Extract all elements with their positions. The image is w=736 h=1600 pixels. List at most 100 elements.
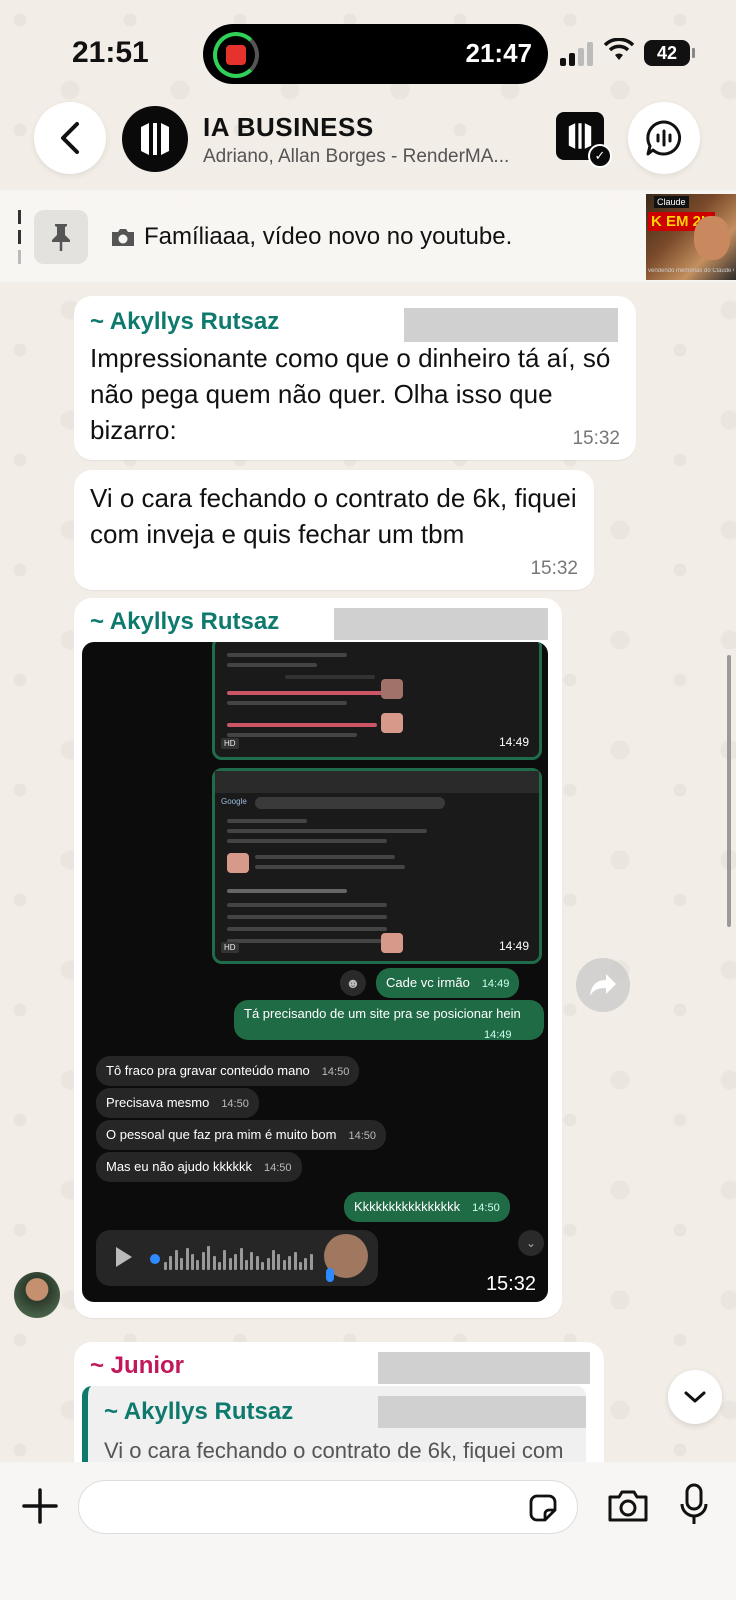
- chevron-down-icon: ✓: [588, 144, 612, 168]
- quoted-text: Vi o cara fechando o contrato de 6k, fiq…: [104, 1438, 564, 1463]
- screenshot-card-time: 14:49: [498, 735, 529, 749]
- screenshot-card-time: 14:49: [498, 939, 529, 953]
- screenshot-chat-message: Mas eu não ajudo kkkkkk 14:50: [96, 1152, 302, 1182]
- screenshot-voice-note: [96, 1230, 378, 1286]
- waveform-bar: [207, 1246, 211, 1270]
- microphone-icon: [680, 1483, 708, 1524]
- waveform-bar: [169, 1256, 173, 1270]
- attach-button[interactable]: [20, 1486, 60, 1526]
- waveform-bar: [239, 1248, 243, 1270]
- call-button[interactable]: [628, 102, 700, 174]
- voice-record-button[interactable]: [678, 1482, 710, 1528]
- pinned-video-thumbnail[interactable]: Claude K EM 2H vendendo memorias do Clau…: [646, 194, 736, 280]
- message-composer: [0, 1462, 736, 1600]
- island-timer: 21:47: [465, 38, 533, 68]
- message-text: Impressionante como que o dinheiro tá aí…: [90, 343, 611, 445]
- screenshot-card: HD 14:49: [212, 642, 542, 760]
- chevron-left-icon: [61, 122, 79, 154]
- screenshot-chat-message: O pessoal que faz pra mim é muito bom 14:…: [96, 1120, 387, 1150]
- redacted-phone: [378, 1352, 590, 1384]
- redacted-phone: [378, 1396, 586, 1428]
- recording-icon: [213, 32, 259, 78]
- thumbnail-label: Claude: [654, 196, 689, 208]
- plus-icon: [22, 1488, 58, 1524]
- share-icon: [590, 974, 616, 996]
- waveform-bar: [299, 1262, 302, 1270]
- message-bubble[interactable]: ~ Akyllys Rutsaz Impressionante como que…: [74, 296, 636, 460]
- pin-icon: [34, 210, 88, 264]
- waveform-bar: [234, 1254, 238, 1270]
- screenshot-chat-message: Precisava mesmo 14:50: [96, 1088, 259, 1118]
- sender-avatar[interactable]: [14, 1272, 60, 1318]
- dynamic-island[interactable]: 21:47: [203, 24, 548, 84]
- screenshot-chat-message: Kkkkkkkkkkkkkkkk 14:50: [344, 1192, 510, 1222]
- waveform-bar: [282, 1260, 286, 1270]
- waveform-bar: [266, 1258, 270, 1270]
- waveform-bar: [255, 1256, 259, 1270]
- emoji-icon: ☻: [340, 970, 366, 996]
- sticker-button[interactable]: [527, 1492, 559, 1524]
- thumbnail-caption: vendendo memorias do Claude Code (2k em …: [648, 268, 734, 274]
- camera-icon: [112, 229, 134, 246]
- waveform-bar: [272, 1250, 275, 1270]
- waveform-bar: [218, 1262, 221, 1270]
- message-sender[interactable]: ~ Akyllys Rutsaz: [90, 608, 279, 636]
- waveform: [164, 1246, 314, 1270]
- screenshot-chat-message: Cade vc irmão 14:49: [376, 968, 520, 998]
- quoted-sender: ~ Akyllys Rutsaz: [104, 1398, 294, 1425]
- waveform-bar: [288, 1256, 292, 1270]
- camera-button[interactable]: [606, 1486, 650, 1526]
- waveform-bar: [185, 1248, 189, 1270]
- scrollbar[interactable]: [727, 655, 731, 927]
- sticker-icon: [529, 1494, 557, 1522]
- community-button[interactable]: ✓: [556, 112, 612, 168]
- reply-message-bubble[interactable]: ~ Junior ~ Akyllys Rutsaz Vi o cara fech…: [74, 1342, 604, 1476]
- redacted-phone: [334, 608, 548, 640]
- group-title[interactable]: IA BUSINESS: [203, 112, 374, 143]
- image-message-bubble[interactable]: ~ Akyllys Rutsaz HD 14:49 Google HD 14:4…: [74, 598, 562, 1318]
- pinned-text: Famíliaaa, vídeo novo no youtube.: [110, 223, 512, 251]
- waveform-bar: [196, 1260, 200, 1270]
- chat-header: IA BUSINESS Adriano, Allan Borges - Rend…: [0, 100, 736, 190]
- signal-icon: [560, 40, 596, 66]
- screenshot-card: Google HD 14:49: [212, 768, 542, 964]
- waveform-bar: [250, 1252, 254, 1270]
- message-text: Vi o cara fechando o contrato de 6k, fiq…: [90, 483, 577, 549]
- message-sender[interactable]: ~ Akyllys Rutsaz: [90, 308, 279, 336]
- back-button[interactable]: [34, 102, 106, 174]
- waveform-bar: [228, 1258, 232, 1270]
- waveform-bar: [191, 1254, 194, 1270]
- waveform-bar: [223, 1250, 227, 1270]
- microphone-icon: [326, 1268, 334, 1282]
- waveform-bar: [174, 1250, 178, 1270]
- forward-button[interactable]: [576, 958, 630, 1012]
- waveform-bar: [277, 1254, 281, 1270]
- camera-icon: [608, 1490, 648, 1522]
- group-avatar[interactable]: [122, 106, 188, 172]
- message-time: 15:32: [572, 428, 620, 449]
- chevron-down-icon: ⌄: [518, 1230, 544, 1256]
- status-time: 21:51: [72, 36, 149, 69]
- screenshot-chat-message: Tá precisando de um site pra se posicion…: [234, 1000, 544, 1041]
- message-sender[interactable]: ~ Junior: [90, 1352, 184, 1380]
- waveform-bar: [212, 1256, 216, 1270]
- message-time: 15:32: [530, 558, 578, 579]
- waveform-bar: [261, 1262, 265, 1270]
- group-members[interactable]: Adriano, Allan Borges - RenderMA...: [203, 146, 543, 168]
- screenshot-chat-message: Tô fraco pra gravar conteúdo mano 14:50: [96, 1056, 360, 1086]
- status-bar: 21:51 21:47 42: [0, 0, 736, 100]
- message-bubble[interactable]: Vi o cara fechando o contrato de 6k, fiq…: [74, 470, 594, 590]
- waveform-bar: [293, 1252, 297, 1270]
- pinned-message-bar[interactable]: Famíliaaa, vídeo novo no youtube. Claude…: [0, 190, 736, 282]
- message-input[interactable]: [78, 1480, 578, 1534]
- wifi-icon: [603, 37, 635, 69]
- waveform-bar: [180, 1258, 184, 1270]
- waveform-bar: [304, 1258, 308, 1270]
- scroll-to-bottom-button[interactable]: [668, 1370, 722, 1424]
- pinned-text-label: Famíliaaa, vídeo novo no youtube.: [144, 223, 513, 250]
- waveform-bar: [164, 1262, 167, 1270]
- thumbnail-person: [694, 216, 730, 260]
- waveform-bar: [309, 1254, 313, 1270]
- chat-screenshot-image[interactable]: HD 14:49 Google HD 14:49 ☻ Cade vc irmão…: [82, 642, 548, 1302]
- audio-call-icon: [646, 120, 682, 156]
